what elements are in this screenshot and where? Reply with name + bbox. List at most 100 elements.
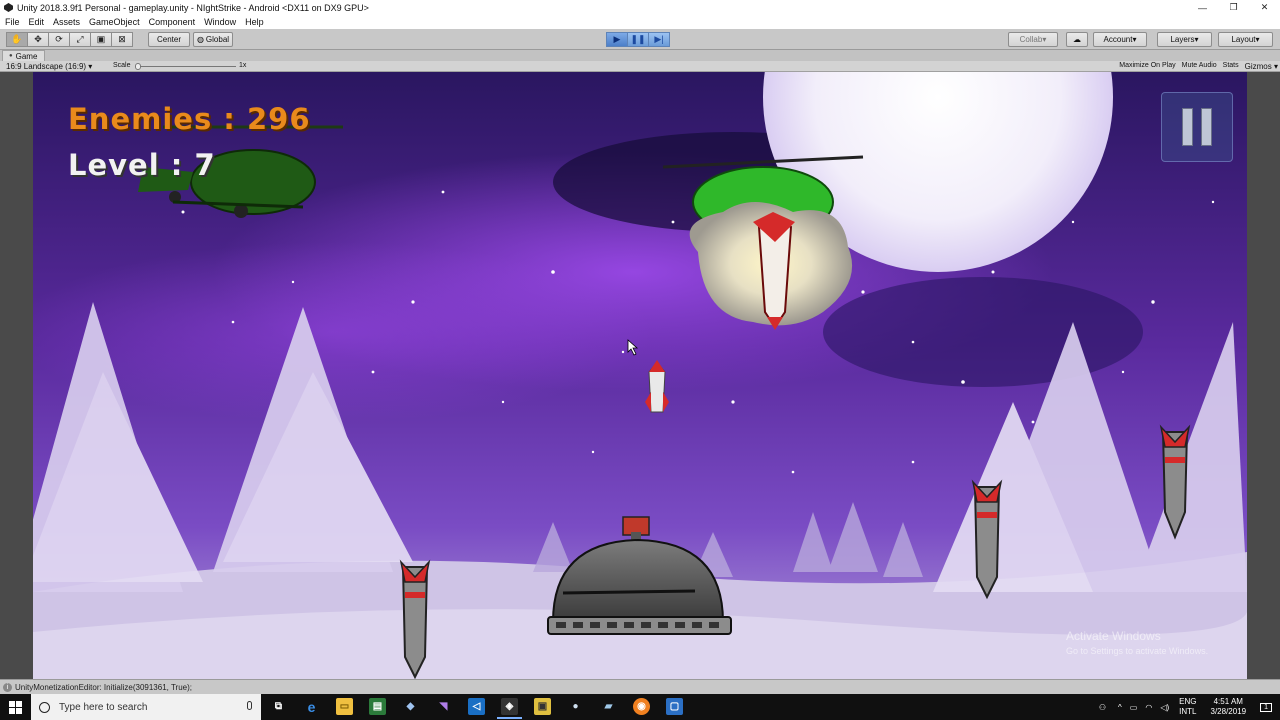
cloud-icon[interactable]: ☁	[1066, 32, 1088, 47]
firefox-icon[interactable]: ◉	[633, 698, 650, 715]
gizmos-dropdown[interactable]: Gizmos	[1245, 62, 1278, 71]
step-icon[interactable]: ▶|	[648, 32, 670, 47]
restore-button[interactable]: ❐	[1218, 0, 1249, 15]
search-placeholder: Type here to search	[59, 701, 148, 713]
menu-component[interactable]: Component	[149, 17, 196, 27]
account-dropdown[interactable]: Account	[1093, 32, 1147, 47]
clock[interactable]: 4:51 AM 3/28/2019	[1211, 697, 1247, 717]
game-viewport[interactable]: Enemies : 296 Level : 7 Activate Windows…	[33, 72, 1247, 679]
clock-date: 3/28/2019	[1210, 707, 1247, 716]
menu-edit[interactable]: Edit	[29, 17, 45, 27]
menu-window[interactable]: Window	[204, 17, 236, 27]
tab-game[interactable]: Game	[2, 50, 46, 61]
move-tool-icon[interactable]: ✥	[27, 32, 49, 47]
windows-taskbar: Type here to search ⧉ e ▭ ▤ ◆ ◥ ◁ ◈ ▣ ● …	[0, 694, 1280, 720]
game-tab-bar: Game	[0, 50, 1280, 61]
transform-tool-icon[interactable]: ⊠	[111, 32, 133, 47]
chevron-up-icon[interactable]: ^	[1118, 703, 1122, 712]
menu-bar: File Edit Assets GameObject Component Wi…	[0, 15, 1280, 29]
hand-tool-icon[interactable]: ✋	[6, 32, 28, 47]
space-global-button[interactable]: ◍ Global	[193, 32, 233, 47]
layers-dropdown[interactable]: Layers	[1157, 32, 1212, 47]
game-view-options: 16:9 Landscape (16:9) Scale 1x Maximize …	[0, 61, 1280, 72]
menu-gameobject[interactable]: GameObject	[89, 17, 140, 27]
layers-label: Layers	[1170, 35, 1195, 44]
unity-taskbar-icon[interactable]: ◈	[497, 698, 522, 719]
battery-icon[interactable]: ▭	[1130, 703, 1138, 712]
vscode-icon[interactable]: ◁	[468, 698, 485, 715]
cube-app-icon[interactable]: ◆	[402, 698, 419, 715]
watermark-subtitle: Go to Settings to activate Windows.	[1066, 646, 1209, 656]
steam-icon[interactable]: ●	[567, 698, 584, 715]
minimize-button[interactable]: —	[1187, 0, 1218, 15]
status-message: UnityMonetizationEditor: Initialize(3091…	[15, 682, 192, 692]
windows-logo-icon	[9, 700, 22, 714]
stats-toggle[interactable]: Stats	[1223, 62, 1239, 71]
visual-studio-icon[interactable]: ◥	[435, 698, 452, 715]
close-button[interactable]: ✕	[1249, 0, 1280, 15]
pause-icon[interactable]: ❚❚	[627, 32, 649, 47]
rect-tool-icon[interactable]: ▣	[90, 32, 112, 47]
activate-windows-watermark: Activate Windows Go to Settings to activ…	[1066, 629, 1208, 656]
lang-primary: ENG	[1179, 697, 1197, 706]
drive-app-icon[interactable]: ▰	[600, 698, 617, 715]
scale-tool-icon[interactable]: ⤢	[69, 32, 91, 47]
pause-bar-icon	[1201, 108, 1212, 146]
language-indicator[interactable]: ENG INTL	[1179, 697, 1196, 717]
rotate-tool-icon[interactable]: ⟳	[48, 32, 70, 47]
pivot-center-button[interactable]: Center	[148, 32, 190, 47]
task-view-icon[interactable]: ⧉	[270, 698, 287, 715]
system-tray: ⚇ ^ ▭ ◠ ◁) ENG INTL 4:51 AM 3/28/2019 1	[1099, 694, 1280, 720]
scale-slider-handle[interactable]	[135, 63, 141, 70]
maximize-on-play-toggle[interactable]: Maximize On Play	[1119, 62, 1175, 71]
cortana-icon	[39, 701, 50, 713]
window-title: Unity 2018.3.9f1 Personal - gameplay.uni…	[17, 2, 369, 13]
dark-cloud-right	[823, 277, 1143, 387]
pivot-label: Center	[156, 35, 181, 44]
aurora-glow-left	[33, 242, 653, 422]
unity-logo-icon	[4, 3, 13, 12]
console-status-bar[interactable]: i UnityMonetizationEditor: Initialize(30…	[0, 679, 1280, 694]
info-icon: i	[3, 682, 12, 692]
menu-assets[interactable]: Assets	[53, 17, 80, 27]
level-indicator: Level : 7	[68, 148, 216, 182]
lang-secondary: INTL	[1179, 707, 1197, 716]
window-titlebar: Unity 2018.3.9f1 Personal - gameplay.uni…	[0, 0, 1280, 15]
tab-game-label: Game	[15, 51, 38, 61]
layout-dropdown[interactable]: Layout	[1218, 32, 1273, 47]
notification-center-icon[interactable]: 1	[1260, 702, 1272, 712]
game-pause-button[interactable]	[1161, 92, 1233, 162]
app-window-icon[interactable]: ▢	[666, 698, 683, 715]
start-button[interactable]	[0, 694, 31, 720]
scale-value: 1x	[239, 62, 247, 69]
file-explorer-icon[interactable]: ▭	[336, 698, 353, 715]
taskbar-search-input[interactable]: Type here to search	[31, 694, 261, 720]
menu-help[interactable]: Help	[245, 17, 264, 27]
sticky-notes-icon[interactable]: ▣	[534, 698, 551, 715]
collab-dropdown[interactable]: Collab	[1008, 32, 1058, 47]
network-icon[interactable]: ◠	[1145, 703, 1152, 712]
account-label: Account	[1103, 35, 1133, 44]
layout-label: Layout	[1231, 35, 1256, 44]
microphone-icon[interactable]	[247, 701, 252, 710]
photoshop-icon[interactable]: ▤	[369, 698, 386, 715]
mute-audio-toggle[interactable]: Mute Audio	[1182, 62, 1217, 71]
playmode-controls: ▶ ❚❚ ▶|	[606, 32, 670, 47]
watermark-title: Activate Windows	[1066, 629, 1161, 643]
aspect-ratio-dropdown[interactable]: 16:9 Landscape (16:9)	[6, 62, 92, 71]
edge-browser-icon[interactable]: e	[303, 698, 320, 715]
globe-icon: ◍	[196, 35, 204, 44]
scale-slider-track[interactable]	[136, 66, 236, 67]
clock-time: 4:51 AM	[1213, 697, 1243, 706]
pause-bar-icon	[1182, 108, 1193, 146]
collab-label: Collab	[1019, 35, 1043, 44]
game-view: Enemies : 296 Level : 7 Activate Windows…	[0, 72, 1280, 679]
people-icon[interactable]: ⚇	[1099, 703, 1106, 712]
notification-count: 1	[1264, 703, 1268, 711]
menu-file[interactable]: File	[5, 17, 20, 27]
play-icon[interactable]: ▶	[606, 32, 628, 47]
main-toolbar: ✋ ✥ ⟳ ⤢ ▣ ⊠ Center ◍ Global ▶ ❚❚ ▶| Colla…	[0, 29, 1280, 50]
volume-icon[interactable]: ◁)	[1160, 703, 1169, 712]
enemies-counter: Enemies : 296	[68, 102, 311, 136]
space-label: Global	[205, 35, 230, 44]
